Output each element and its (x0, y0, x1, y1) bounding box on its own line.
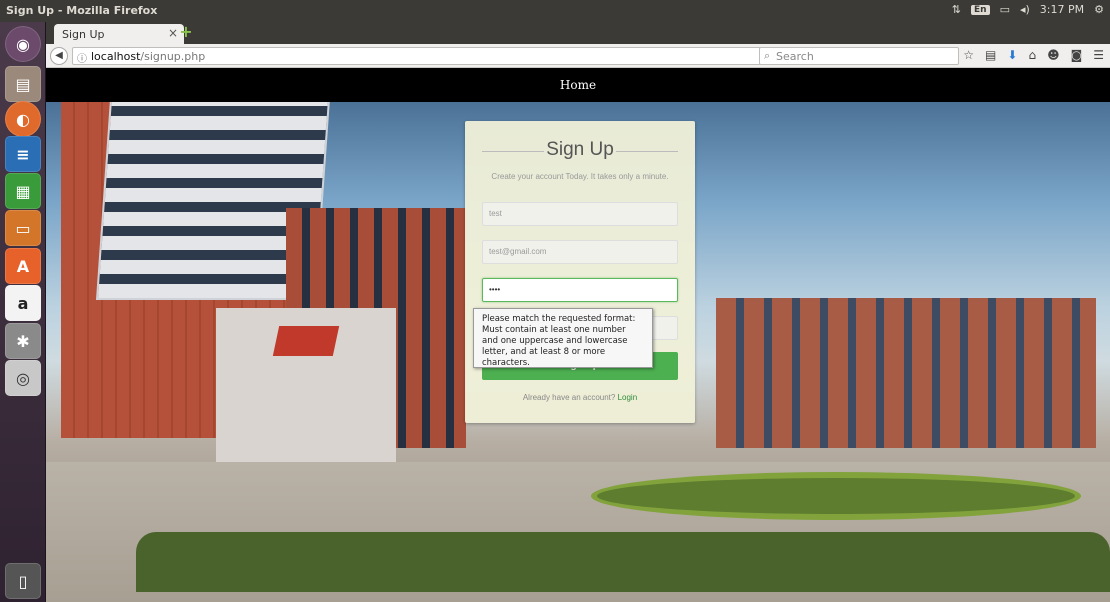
files-icon[interactable]: ▤ (5, 66, 41, 102)
keyboard-layout-indicator[interactable]: En (971, 4, 990, 15)
background-garden-circle (591, 472, 1081, 520)
network-icon[interactable]: ⇅ (952, 3, 961, 16)
volume-icon[interactable]: ◂) (1020, 3, 1030, 16)
battery-icon[interactable]: ▭ (1000, 3, 1010, 16)
background-sign (272, 326, 340, 356)
system-tray: ⇅ En ▭ ◂) 3:17 PM ⚙ (952, 3, 1104, 16)
trash-icon[interactable]: ▯ (5, 563, 41, 599)
login-prompt-text: Already have an account? (522, 393, 616, 402)
email-input[interactable]: test@gmail.com (482, 240, 678, 264)
username-input[interactable]: test (482, 202, 678, 226)
libreoffice-impress-icon[interactable]: ▭ (5, 210, 41, 246)
firefox-icon[interactable]: ◐ (5, 101, 41, 137)
bookmark-star-icon[interactable]: ☆ (963, 48, 974, 62)
browser-tab-strip: Sign Up × + (46, 22, 1110, 44)
amazon-icon[interactable]: a (5, 285, 41, 321)
system-top-bar: Sign Up - Mozilla Firefox ⇅ En ▭ ◂) 3:17… (0, 0, 1110, 22)
url-host: localhost (91, 50, 141, 63)
close-tab-icon[interactable]: × (168, 26, 178, 40)
background-building-right (716, 298, 1096, 448)
unity-launcher: ◉ ▤ ◐ ≡ ▦ ▭ A a ✱ ◎ ▯ (0, 22, 46, 602)
libreoffice-writer-icon[interactable]: ≡ (5, 136, 41, 172)
login-prompt: Already have an account? Login (465, 393, 695, 402)
system-settings-icon[interactable]: ✱ (5, 323, 41, 359)
toolbar-icons: ☆ ▤ ⬇ ⌂ ☻ ◙ ☰ (963, 48, 1104, 62)
url-text: localhost/signup.php (91, 50, 205, 63)
search-placeholder: Search (776, 50, 814, 63)
signup-title: Sign Up (546, 139, 614, 160)
url-bar[interactable]: ⓘ localhost/signup.php ↻ (72, 47, 804, 65)
tab-sign-up[interactable]: Sign Up × (54, 24, 184, 44)
validation-tooltip: Please match the requested format: Must … (473, 308, 653, 368)
browser-nav-bar: ◀ ⓘ localhost/signup.php ↻ ⌕ Search ☆ ▤ … (46, 44, 1110, 68)
tab-label: Sign Up (62, 28, 105, 41)
url-path: /signup.php (140, 50, 206, 63)
chat-icon[interactable]: ☻ (1047, 48, 1060, 62)
home-icon[interactable]: ⌂ (1028, 48, 1036, 62)
window-title: Sign Up - Mozilla Firefox (6, 4, 158, 17)
reading-list-icon[interactable]: ▤ (985, 48, 996, 62)
password-input[interactable]: •••• (482, 278, 678, 302)
site-info-icon[interactable]: ⓘ (77, 50, 87, 65)
settings-gear-icon[interactable]: ⚙ (1094, 3, 1104, 16)
nav-home-link[interactable]: Home (560, 78, 596, 92)
back-button[interactable]: ◀ (50, 47, 68, 65)
software-center-icon[interactable]: A (5, 248, 41, 284)
clock[interactable]: 3:17 PM (1040, 3, 1084, 16)
signup-panel: Sign Up Create your account Today. It ta… (465, 121, 695, 423)
pocket-icon[interactable]: ◙ (1071, 48, 1083, 62)
libreoffice-calc-icon[interactable]: ▦ (5, 173, 41, 209)
signup-subtitle: Create your account Today. It takes only… (491, 172, 669, 181)
background-hedge (136, 532, 1110, 592)
search-bar[interactable]: ⌕ Search (759, 47, 959, 65)
new-tab-button[interactable]: + (178, 24, 194, 40)
login-link[interactable]: Login (618, 393, 638, 402)
search-icon: ⌕ (764, 49, 771, 62)
menu-icon[interactable]: ☰ (1093, 48, 1104, 62)
site-nav-bar: Home (46, 68, 1110, 102)
page-content: Home Sign Up Create your account Today. … (46, 68, 1110, 602)
downloads-icon[interactable]: ⬇ (1007, 48, 1017, 62)
background-building-entrance (216, 308, 396, 468)
ubuntu-dash-icon[interactable]: ◉ (5, 26, 41, 62)
camera-app-icon[interactable]: ◎ (5, 360, 41, 396)
